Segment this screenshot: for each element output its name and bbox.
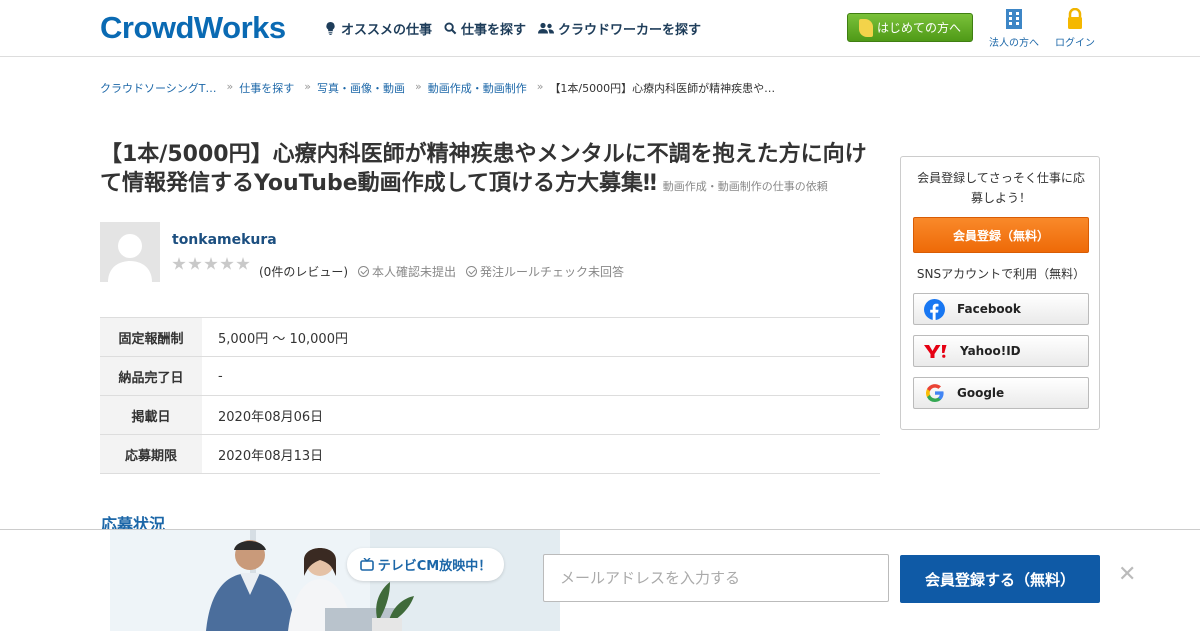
email-input[interactable] xyxy=(543,554,889,602)
close-icon[interactable]: ✕ xyxy=(1118,562,1136,587)
sns-label: SNSアカウントで利用（無料） xyxy=(916,267,1086,281)
breadcrumb-item[interactable]: 動画作成・動画制作 xyxy=(428,80,527,96)
lock-icon xyxy=(1068,8,1082,29)
corporate-link[interactable]: 法人の方へ xyxy=(984,8,1044,49)
breadcrumb-separator: » xyxy=(414,80,422,93)
tv-cm-badge: テレビCM放映中！ xyxy=(347,548,504,581)
tv-icon xyxy=(359,558,374,571)
main-nav: オススメの仕事 仕事を探す クラウドワーカーを探す xyxy=(324,19,701,38)
identity-status: 本人確認未提出 xyxy=(358,263,456,280)
tv-cm-label: テレビCM放映中！ xyxy=(377,559,492,574)
rule-check-label: 発注ルールチェック未回答 xyxy=(480,265,625,279)
detail-label: 固定報酬制 xyxy=(100,317,202,357)
building-icon xyxy=(1006,9,1022,29)
job-category-link[interactable]: 動画作成・動画制作の仕事の依頼 xyxy=(663,180,828,193)
register-submit-button[interactable]: 会員登録する（無料） xyxy=(900,555,1100,603)
client-avatar[interactable] xyxy=(100,222,160,282)
search-icon xyxy=(444,22,457,35)
breadcrumb-item[interactable]: クラウドソーシングT… xyxy=(100,80,217,96)
yahoo-icon xyxy=(924,341,948,362)
signup-message: 会員登録してさっそく仕事に応募しよう！ xyxy=(917,171,1085,205)
yahoo-label: Yahoo!ID xyxy=(960,344,1021,358)
first-time-button[interactable]: はじめての方へ xyxy=(847,13,973,42)
breadcrumb-separator: » xyxy=(304,80,311,93)
table-row: 固定報酬制 5,000円 〜 10,000円 xyxy=(100,317,880,357)
google-login-button[interactable]: Google xyxy=(913,377,1089,409)
site-header: CrowdWorks オススメの仕事 仕事を探す クラウドワーカーを探す はじめ… xyxy=(0,0,1200,57)
star-icon xyxy=(172,257,186,270)
bottom-signup-bar: テレビCM放映中！ 会員登録する（無料） ✕ xyxy=(0,529,1200,631)
job-details-table: 固定報酬制 5,000円 〜 10,000円 納品完了日 - 掲載日 2020年… xyxy=(100,317,880,474)
tv-cm-promo-image xyxy=(110,530,560,631)
breadcrumb: クラウドソーシングT… » 仕事を探す » 写真・画像・動画 » 動画作成・動画… xyxy=(100,80,775,96)
star-icon xyxy=(236,257,250,270)
client-meta: (0件のレビュー) 本人確認未提出 発注ルールチェック未回答 xyxy=(259,263,624,280)
table-row: 応募期限 2020年08月13日 xyxy=(100,434,880,474)
detail-label: 掲載日 xyxy=(100,395,202,435)
facebook-login-button[interactable]: Facebook xyxy=(913,293,1089,325)
breadcrumb-separator: » xyxy=(536,80,544,93)
star-icon xyxy=(220,257,234,270)
bulb-icon xyxy=(326,22,335,35)
check-circle-icon xyxy=(466,266,478,277)
rule-check-status: 発注ルールチェック未回答 xyxy=(466,263,624,280)
register-button[interactable]: 会員登録（無料） xyxy=(913,217,1089,253)
table-row: 掲載日 2020年08月06日 xyxy=(100,395,880,435)
star-icon xyxy=(188,257,202,270)
people-icon xyxy=(538,22,555,34)
google-label: Google xyxy=(957,386,1005,400)
job-title: 【1本/5000円】心療内科医師が精神疾患やメンタルに不調を抱えた方に向けて情報… xyxy=(100,140,880,201)
rating-stars xyxy=(172,257,250,271)
table-row: 納品完了日 - xyxy=(100,356,880,396)
nav-find-jobs-label: 仕事を探す xyxy=(461,23,527,38)
facebook-icon xyxy=(924,298,945,320)
breadcrumb-item[interactable]: 仕事を探す xyxy=(239,80,294,96)
breadcrumb-item[interactable]: 写真・画像・動画 xyxy=(317,80,405,96)
nav-find-workers-label: クラウドワーカーを探す xyxy=(558,23,702,38)
facebook-label: Facebook xyxy=(957,302,1021,316)
login-link[interactable]: ログイン xyxy=(1045,8,1105,49)
first-time-label: はじめての方へ xyxy=(876,21,961,35)
detail-value: 2020年08月13日 xyxy=(218,448,324,464)
star-icon xyxy=(204,257,218,270)
breadcrumb-current: 【1本/5000円】心療内科医師が精神疾患や… xyxy=(549,82,776,95)
detail-value: 2020年08月06日 xyxy=(218,409,324,425)
check-circle-icon xyxy=(358,266,369,277)
detail-value: 5,000円 〜 10,000円 xyxy=(218,331,348,347)
crowdworks-logo[interactable]: CrowdWorks xyxy=(100,10,286,46)
nav-find-workers[interactable]: クラウドワーカーを探す xyxy=(538,19,701,38)
identity-status-label: 本人確認未提出 xyxy=(372,265,457,279)
nav-recommended[interactable]: オススメの仕事 xyxy=(324,19,432,38)
signup-sidebar: 会員登録してさっそく仕事に応募しよう！ 会員登録（無料） SNSアカウントで利用… xyxy=(900,156,1100,430)
breadcrumb-separator: » xyxy=(226,80,234,93)
nav-find-jobs[interactable]: 仕事を探す xyxy=(444,19,526,38)
corporate-label: 法人の方へ xyxy=(989,38,1039,49)
detail-value: - xyxy=(218,368,223,384)
review-count[interactable]: (0件のレビュー) xyxy=(259,263,348,280)
nav-recommended-label: オススメの仕事 xyxy=(341,23,433,38)
google-icon xyxy=(924,383,945,404)
yahoo-login-button[interactable]: Yahoo!ID xyxy=(913,335,1089,367)
leaf-icon xyxy=(858,18,873,37)
promo-people-illustration xyxy=(110,530,560,631)
login-label: ログイン xyxy=(1055,38,1095,49)
detail-label: 応募期限 xyxy=(100,434,202,474)
detail-label: 納品完了日 xyxy=(100,356,202,396)
default-avatar-icon xyxy=(100,222,160,282)
client-name-link[interactable]: tonkamekura xyxy=(172,232,277,248)
